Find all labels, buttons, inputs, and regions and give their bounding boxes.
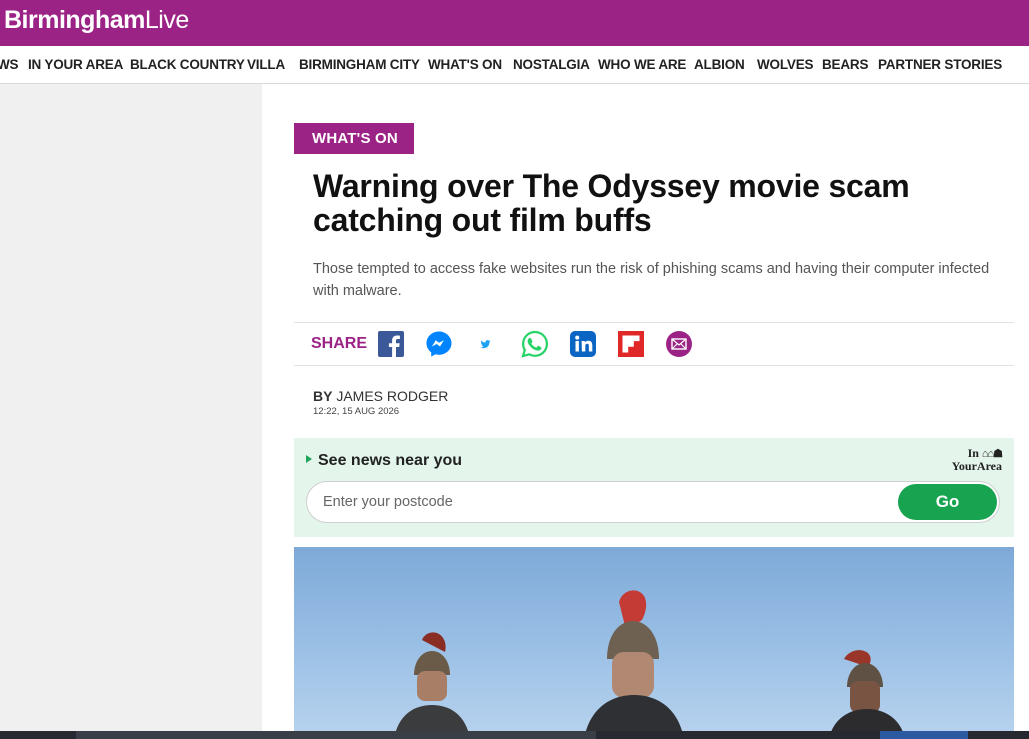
logo-bold: Birmingham [4,6,145,34]
nav-item-partner-stories[interactable]: PARTNER STORIES [878,57,1002,72]
publish-timestamp: 12:22, 15 AUG 2026 [313,406,400,417]
iya-title-text: See news near you [318,452,463,469]
in-your-area-logo[interactable]: In ⌂⌂☗ YourArea [930,446,1003,473]
triangle-right-icon [306,455,312,463]
logo-light: Live [144,6,189,34]
taskbar-segment [76,731,596,739]
nav-item-news[interactable]: WS [0,57,19,72]
article-standfirst: Those tempted to access fake websites ru… [313,261,990,299]
author-link[interactable]: JAMES RODGER [336,388,448,404]
in-your-area-widget: See news near you In ⌂⌂☗ YourArea Go [294,438,1014,537]
whatsapp-icon[interactable] [521,330,549,358]
byline-prefix: BY [313,388,333,404]
go-button[interactable]: Go [898,484,997,520]
email-icon[interactable] [665,330,693,358]
warrior-left [394,632,470,739]
left-gutter [0,84,262,739]
nav-item-bears[interactable]: BEARS [822,57,868,72]
nav-item-wolves[interactable]: WOLVES [757,57,814,72]
iya-logo-top: In [967,446,979,460]
site-header: BirminghamLive [0,0,1029,46]
warrior-right [829,650,905,739]
nav-item-black-country[interactable]: BLACK COUNTRY [130,57,245,72]
hero-illustration [394,590,905,739]
nav-item-albion[interactable]: ALBION [694,57,745,72]
nav-item-birmingham-city[interactable]: BIRMINGHAM CITY [299,57,420,72]
warrior-center [584,590,684,739]
site-logo[interactable]: BirminghamLive [4,6,189,35]
main-nav: WS IN YOUR AREA BLACK COUNTRY VILLA BIRM… [0,46,1029,84]
iya-logo-bottom: YourArea [951,459,1002,473]
byline: BY JAMES RODGER [313,388,448,404]
nav-item-villa[interactable]: VILLA [247,57,285,72]
section-tag[interactable]: WHAT'S ON [294,123,414,154]
article-headline: Warning over The Odyssey movie scam catc… [313,168,910,238]
share-bar: SHARE [294,322,1014,366]
twitter-icon[interactable] [473,330,501,358]
nav-item-whats-on[interactable]: WHAT'S ON [428,57,502,72]
postcode-input[interactable] [306,481,1000,523]
facebook-icon[interactable] [377,330,405,358]
taskbar-active-segment [880,731,968,739]
flipboard-icon[interactable] [617,330,645,358]
nav-item-in-your-area[interactable]: IN YOUR AREA [28,57,123,72]
linkedin-icon[interactable] [569,330,597,358]
iya-title: See news near you [306,452,462,470]
hero-image[interactable] [294,547,1014,739]
taskbar [0,731,1029,739]
share-label: SHARE [311,335,368,352]
messenger-icon[interactable] [425,330,453,358]
nav-item-who-we-are[interactable]: WHO WE ARE [598,57,686,72]
nav-item-nostalgia[interactable]: NOSTALGIA [513,57,590,72]
